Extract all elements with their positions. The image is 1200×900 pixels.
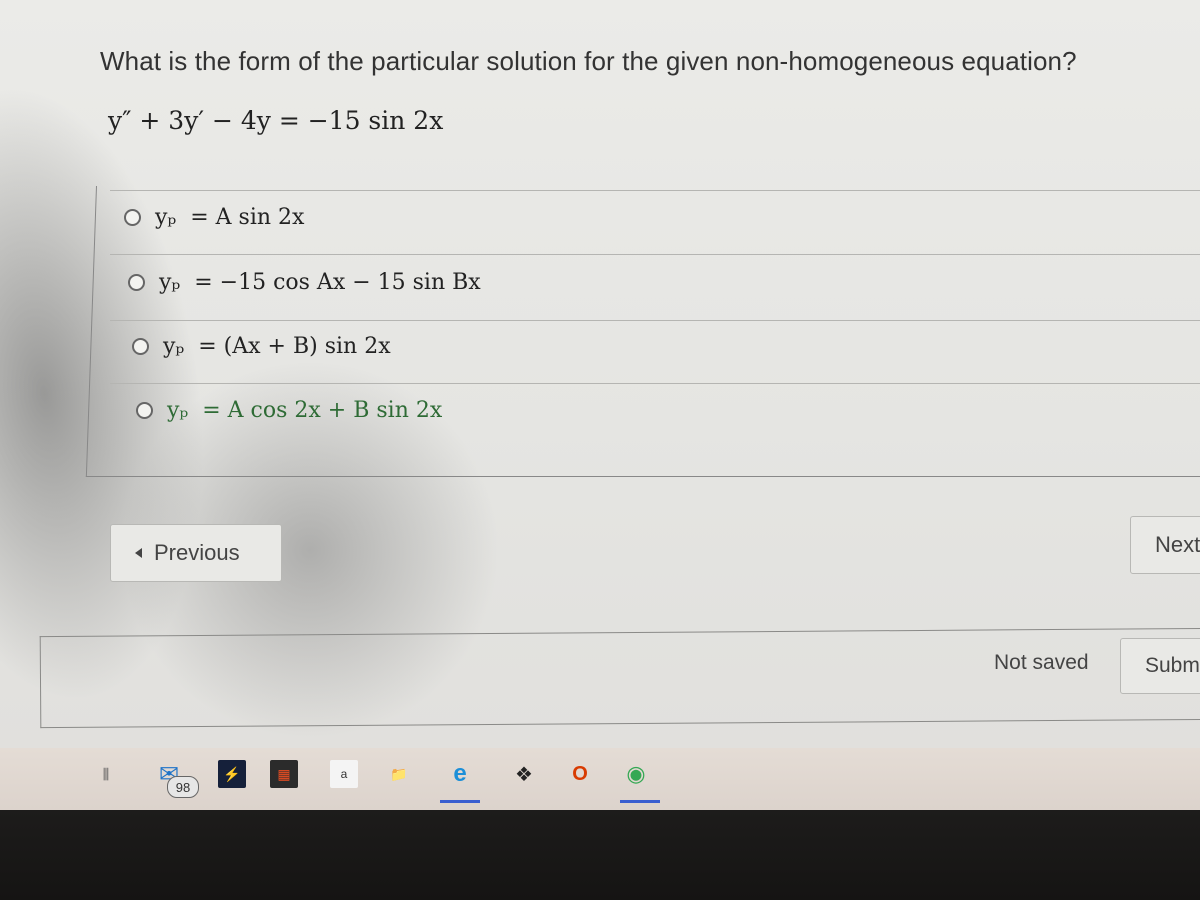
divider bbox=[110, 190, 1200, 191]
task-view-icon[interactable]: ⫼ bbox=[92, 760, 120, 788]
submit-label: Submit bbox=[1145, 654, 1200, 677]
option-rhs: = A sin 2x bbox=[190, 205, 305, 230]
equation: y″ + 3y′ − 4y = −15 sin 2x bbox=[108, 106, 444, 135]
quiz-screen: What is the form of the particular solut… bbox=[0, 0, 1200, 818]
option-rhs: = −15 cos Ax − 15 sin Bx bbox=[194, 270, 481, 295]
next-button[interactable]: Next bbox=[1130, 516, 1200, 574]
radio-button[interactable] bbox=[128, 274, 145, 291]
option-lhs: yₚ bbox=[163, 334, 185, 359]
previous-button[interactable]: Previous bbox=[110, 524, 282, 582]
radio-button[interactable] bbox=[132, 338, 149, 355]
option-rhs: = A cos 2x + B sin 2x bbox=[202, 398, 443, 423]
mail-badge: 98 bbox=[167, 776, 199, 798]
option-lhs: yₚ bbox=[159, 270, 181, 295]
amazon-icon[interactable]: a bbox=[330, 760, 358, 788]
chevron-left-icon bbox=[135, 548, 142, 558]
store-icon[interactable]: ▦ bbox=[270, 760, 298, 788]
divider bbox=[110, 383, 1200, 384]
answer-option-1[interactable]: yₚ = A sin 2x bbox=[124, 205, 304, 230]
desk-surface bbox=[0, 810, 1200, 900]
option-lhs: yₚ bbox=[167, 398, 189, 423]
option-lhs: yₚ bbox=[155, 205, 177, 230]
file-explorer-icon[interactable]: 📁 bbox=[385, 760, 413, 788]
running-indicator bbox=[440, 800, 480, 803]
answer-option-2[interactable]: yₚ = −15 cos Ax − 15 sin Bx bbox=[128, 270, 481, 295]
option-rhs: = (Ax + B) sin 2x bbox=[198, 334, 391, 359]
app-icon[interactable]: ⚡ bbox=[218, 760, 246, 788]
question-text: What is the form of the particular solut… bbox=[100, 46, 1077, 76]
office-icon[interactable]: O bbox=[566, 760, 594, 788]
save-status: Not saved bbox=[994, 651, 1089, 674]
answer-option-4[interactable]: yₚ = A cos 2x + B sin 2x bbox=[136, 398, 442, 423]
answer-option-3[interactable]: yₚ = (Ax + B) sin 2x bbox=[132, 334, 391, 359]
radio-button[interactable] bbox=[136, 402, 153, 419]
edge-icon[interactable]: e bbox=[446, 760, 474, 788]
previous-label: Previous bbox=[154, 540, 240, 565]
divider bbox=[110, 320, 1200, 321]
next-label: Next bbox=[1155, 532, 1200, 557]
chrome-icon[interactable]: ◉ bbox=[622, 760, 650, 788]
radio-button[interactable] bbox=[124, 209, 141, 226]
running-indicator bbox=[620, 800, 660, 803]
divider bbox=[110, 254, 1200, 255]
submit-button[interactable]: Submit bbox=[1120, 638, 1200, 694]
dropbox-icon[interactable]: ❖ bbox=[510, 760, 538, 788]
footer-bar bbox=[39, 627, 1200, 729]
